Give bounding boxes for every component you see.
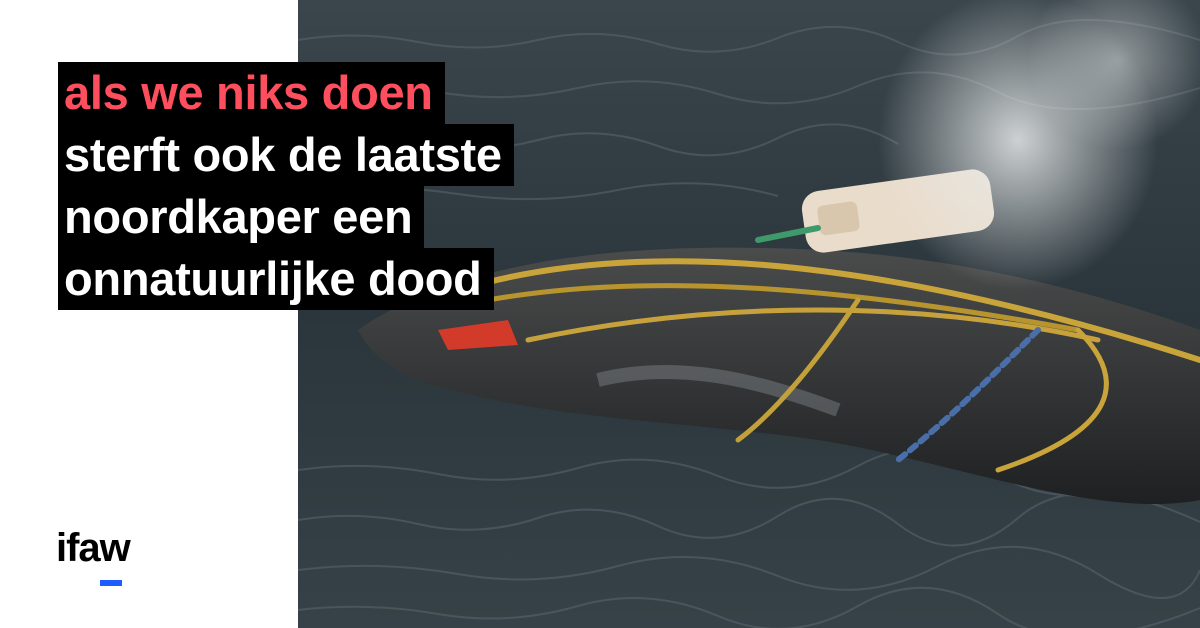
headline-line-3: noordkaper een [58,186,425,248]
ifaw-logo: ifaw [56,526,131,586]
headline: als we niks doen sterft ook de laatste n… [58,62,514,310]
headline-line-1: als we niks doen [58,62,445,124]
logo-accent-bar [100,580,122,586]
headline-line-4: onnatuurlijke dood [58,248,494,310]
logo-text: ifaw [56,526,131,570]
headline-line-2: sterft ook de laatste [58,124,514,186]
